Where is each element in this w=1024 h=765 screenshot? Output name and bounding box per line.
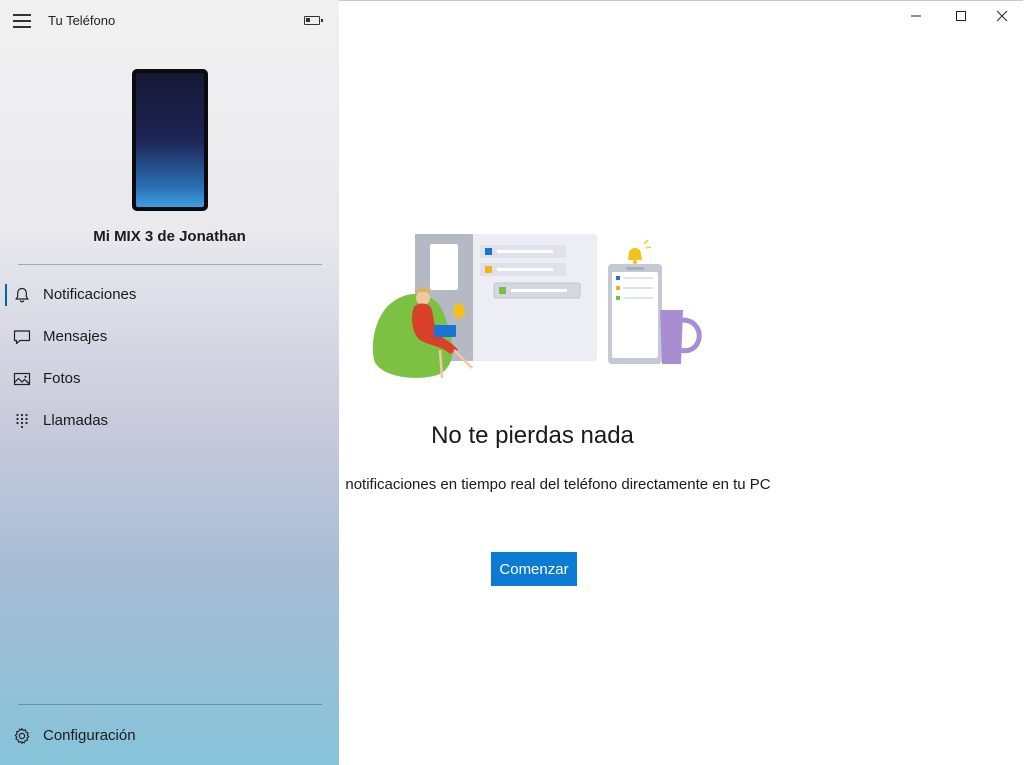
message-icon: [13, 330, 31, 345]
sidebar: Tu Teléfono Mi MIX 3 de Jonathan Notific…: [0, 0, 339, 765]
page-heading: No te pierdas nada: [431, 422, 634, 449]
page-description: notificaciones en tiempo real del teléfo…: [345, 476, 771, 493]
sidebar-item-llamadas[interactable]: Llamadas: [0, 403, 339, 439]
start-button[interactable]: Comenzar: [491, 552, 577, 586]
sidebar-item-label: Configuración: [43, 727, 136, 744]
device-name: Mi MIX 3 de Jonathan: [93, 228, 246, 245]
app-title: Tu Teléfono: [48, 13, 116, 28]
sidebar-item-mensajes[interactable]: Mensajes: [0, 319, 339, 355]
sidebar-item-label: Mensajes: [43, 328, 108, 345]
sidebar-divider: [18, 704, 322, 705]
notifications-illustration: [372, 234, 702, 379]
dialpad-icon: [16, 413, 28, 429]
sidebar-item-label: Fotos: [43, 370, 81, 387]
sidebar-divider: [18, 264, 322, 265]
sidebar-item-label: Llamadas: [43, 412, 109, 429]
hamburger-menu-icon[interactable]: [13, 14, 31, 28]
phone-image: [132, 69, 208, 211]
gear-icon: [14, 727, 30, 745]
bell-icon: [15, 287, 29, 303]
close-button[interactable]: [982, 3, 1022, 29]
sidebar-item-label: Notificaciones: [43, 286, 137, 303]
minimize-icon: [911, 15, 921, 17]
maximize-icon: [956, 11, 966, 21]
maximize-button[interactable]: [941, 3, 981, 29]
sidebar-item-notificaciones[interactable]: Notificaciones: [0, 277, 339, 313]
minimize-button[interactable]: [896, 3, 936, 29]
close-icon: [996, 10, 1008, 22]
sidebar-item-configuracion[interactable]: Configuración: [0, 718, 339, 754]
active-indicator: [5, 284, 7, 306]
photos-icon: [13, 372, 31, 386]
battery-icon: [304, 16, 323, 25]
sidebar-item-fotos[interactable]: Fotos: [0, 361, 339, 397]
